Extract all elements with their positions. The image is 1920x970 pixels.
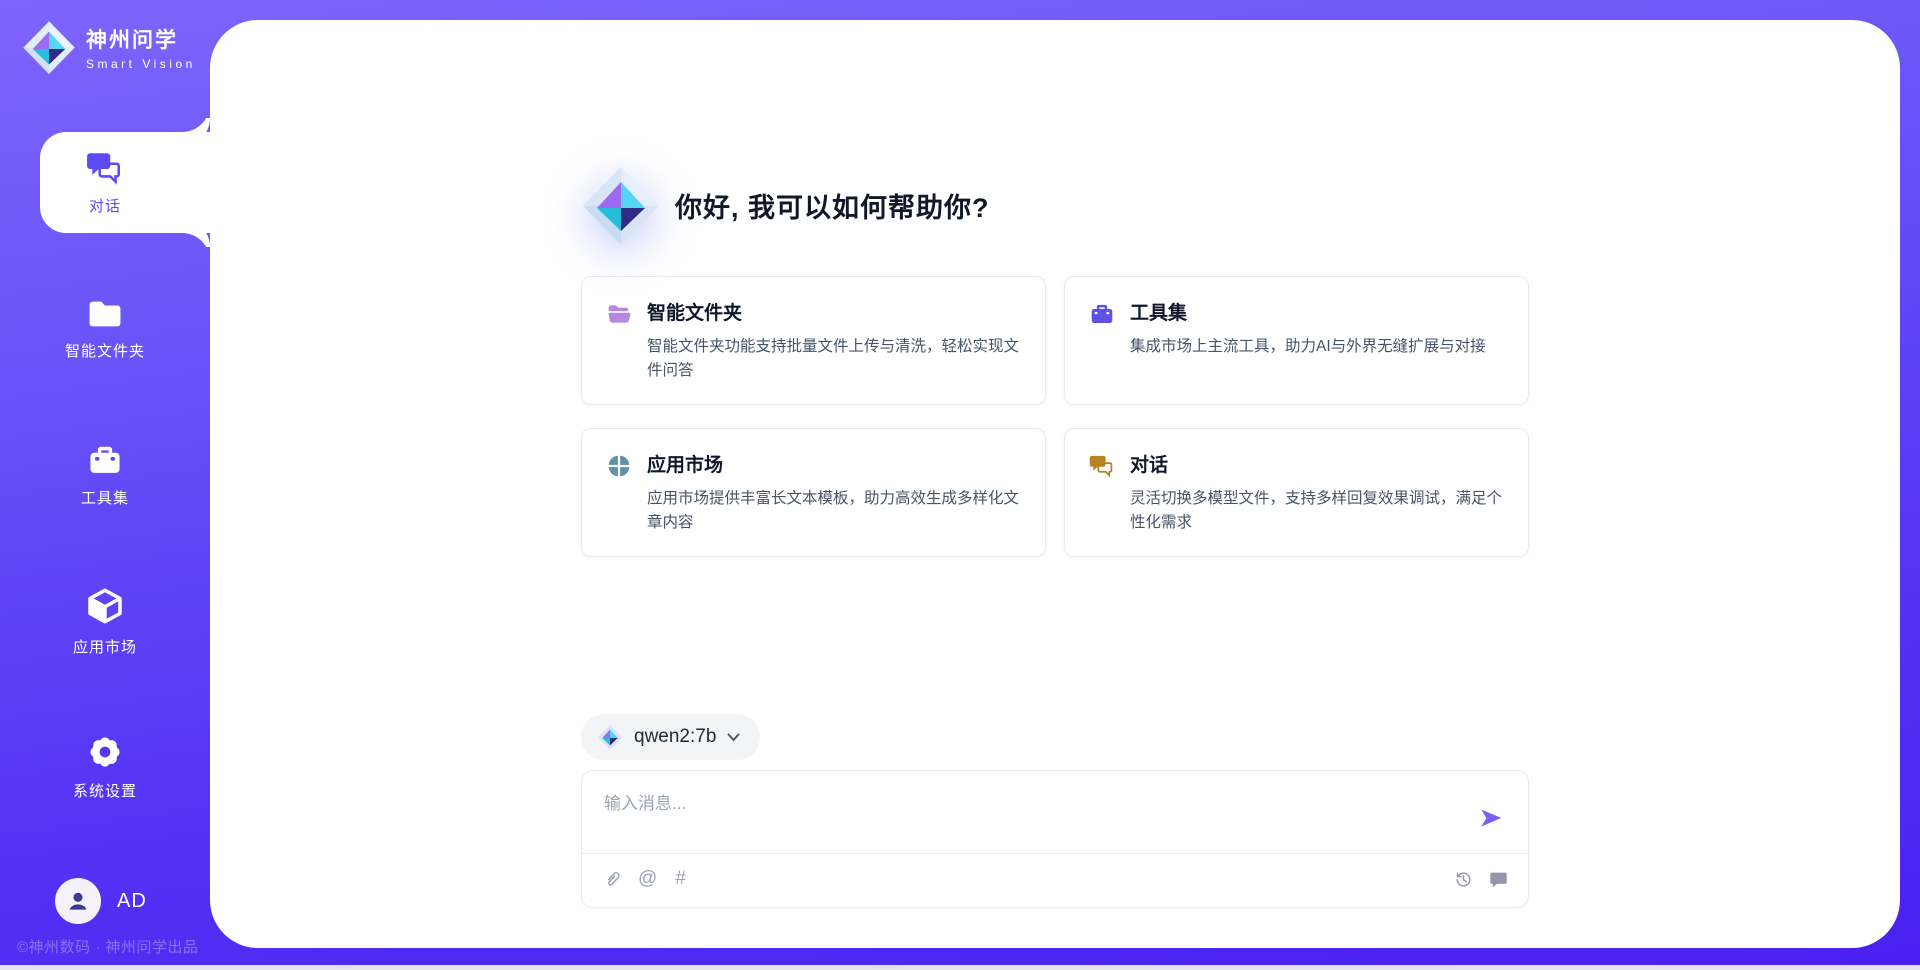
sidebar-item-app-market[interactable]: 应用市场	[0, 570, 210, 671]
card-description: 集成市场上主流工具，助力AI与外界无缝扩展与对接	[1130, 335, 1486, 359]
paperclip-icon	[602, 869, 620, 889]
sidebar-item-label: 对话	[89, 195, 121, 216]
user-name: AD	[117, 890, 147, 913]
brand-name: 神州问学	[86, 24, 196, 54]
copyright: ©神州数码 · 神州问学出品	[17, 936, 198, 957]
card-description: 应用市场提供丰富长文本模板，助力高效生成多样化文章内容	[647, 487, 1021, 535]
greeting-text: 你好, 我可以如何帮助你?	[675, 186, 990, 225]
sidebar: 神州问学 Smart Vision 对话 智能文件夹	[0, 0, 210, 970]
card-description: 灵活切换多模型文件，支持多样回复效果调试，满足个性化需求	[1130, 487, 1504, 535]
folder-open-icon	[606, 301, 632, 383]
chat-icon	[1089, 453, 1115, 535]
model-selector[interactable]: qwen2:7b	[581, 714, 760, 760]
app-grid-icon	[606, 453, 632, 535]
greeting: 你好, 我可以如何帮助你?	[581, 165, 1529, 245]
history-icon	[1454, 870, 1473, 889]
folder-icon	[86, 297, 124, 331]
brand: 神州问学 Smart Vision	[22, 20, 196, 74]
composer-toolbar: @ #	[582, 851, 1528, 907]
attachment-button[interactable]	[602, 869, 620, 889]
chat-icon	[86, 150, 124, 186]
main-panel: 你好, 我可以如何帮助你? 智能文件夹 智能文件夹功能支持批量文件上传与清洗，轻…	[210, 20, 1900, 948]
card-chat[interactable]: 对话 灵活切换多模型文件，支持多样回复效果调试，满足个性化需求	[1064, 428, 1529, 557]
sidebar-nav: 对话 智能文件夹 工具集	[0, 132, 210, 817]
send-button[interactable]	[1476, 803, 1506, 833]
card-description: 智能文件夹功能支持批量文件上传与清洗，轻松实现文件问答	[647, 335, 1021, 383]
card-title: 智能文件夹	[647, 298, 1021, 325]
avatar	[55, 878, 101, 924]
browser-bottom-strip	[0, 965, 1920, 970]
sidebar-item-smart-folder[interactable]: 智能文件夹	[0, 278, 210, 379]
sidebar-item-label: 系统设置	[73, 780, 137, 801]
gear-icon	[86, 733, 124, 771]
card-title: 工具集	[1130, 298, 1486, 325]
briefcase-icon	[87, 442, 123, 478]
person-icon	[65, 888, 91, 914]
sidebar-item-label: 应用市场	[73, 636, 137, 657]
tab-curve-bottom	[182, 233, 210, 261]
sidebar-item-label: 智能文件夹	[65, 340, 145, 361]
tab-curve-top	[182, 104, 210, 132]
model-selector-row: qwen2:7b	[581, 714, 1529, 760]
model-diamond-logo-icon	[597, 724, 623, 750]
sidebar-item-chat[interactable]: 对话	[0, 132, 210, 233]
brand-subtitle: Smart Vision	[86, 57, 196, 71]
brand-diamond-logo-icon	[22, 20, 76, 74]
chat-bubble-button[interactable]	[1489, 870, 1508, 889]
sidebar-item-settings[interactable]: 系统设置	[0, 716, 210, 817]
card-title: 对话	[1130, 450, 1504, 477]
sidebar-item-toolset[interactable]: 工具集	[0, 424, 210, 525]
sidebar-item-label: 工具集	[81, 487, 129, 508]
message-input[interactable]	[582, 771, 1448, 831]
send-icon	[1478, 805, 1504, 831]
model-name: qwen2:7b	[634, 726, 716, 748]
history-button[interactable]	[1454, 870, 1473, 889]
chat-bubble-icon	[1489, 870, 1508, 889]
card-smart-folder[interactable]: 智能文件夹 智能文件夹功能支持批量文件上传与清洗，轻松实现文件问答	[581, 276, 1046, 405]
card-title: 应用市场	[647, 450, 1021, 477]
card-app-market[interactable]: 应用市场 应用市场提供丰富长文本模板，助力高效生成多样化文章内容	[581, 428, 1046, 557]
user-row[interactable]: AD	[55, 878, 147, 924]
briefcase-icon	[1089, 301, 1115, 383]
message-composer: @ #	[581, 770, 1529, 908]
main-content: 你好, 我可以如何帮助你? 智能文件夹 智能文件夹功能支持批量文件上传与清洗，轻…	[581, 20, 1529, 908]
chevron-down-icon	[727, 733, 740, 742]
cube-icon	[85, 585, 125, 627]
brand-diamond-logo-icon	[581, 165, 661, 245]
card-toolset[interactable]: 工具集 集成市场上主流工具，助力AI与外界无缝扩展与对接	[1064, 276, 1529, 405]
feature-cards: 智能文件夹 智能文件夹功能支持批量文件上传与清洗，轻松实现文件问答 工具集 集成…	[581, 276, 1529, 557]
